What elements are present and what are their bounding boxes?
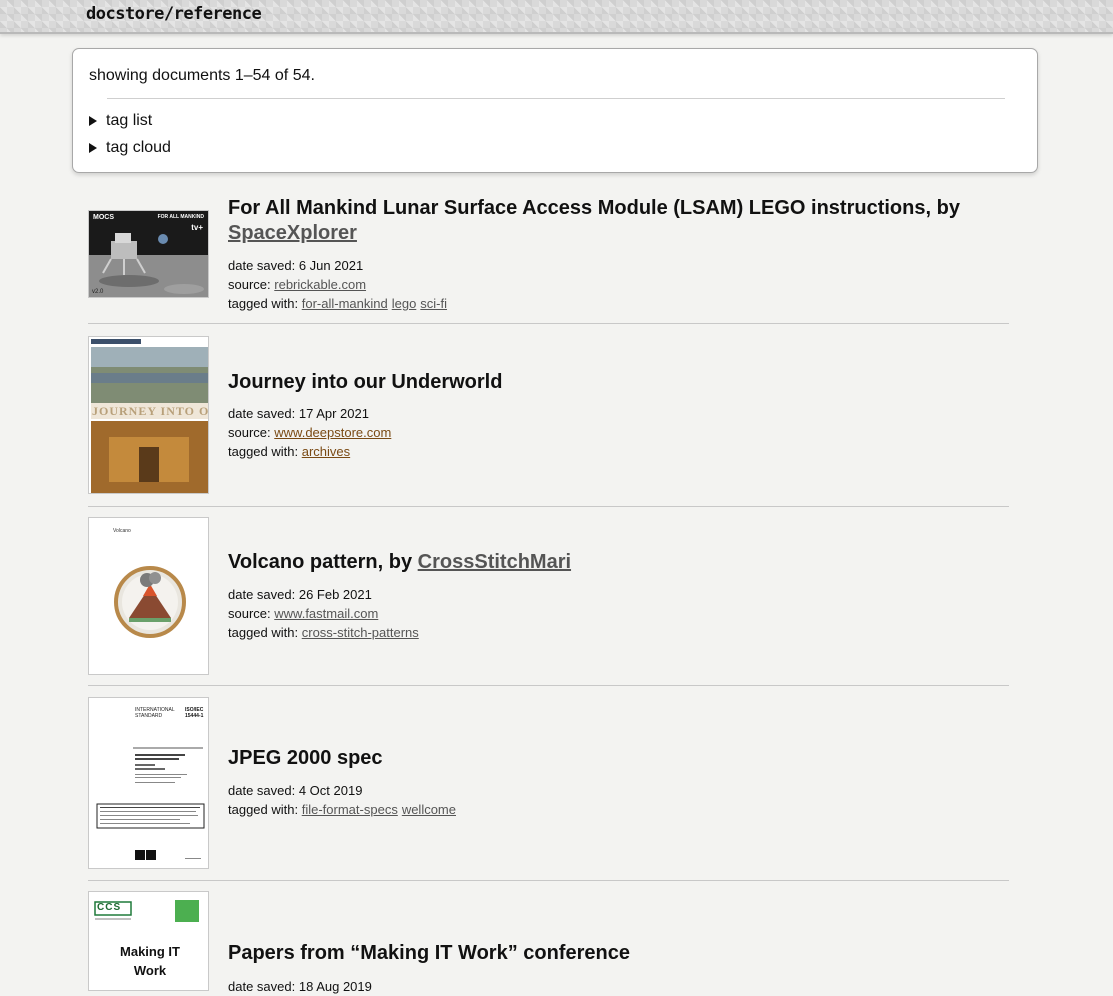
date-saved: date saved: 17 Apr 2021 [228,404,369,423]
thumb-brand: MOCS [93,214,114,221]
date-saved-value: 17 Apr 2021 [298,406,369,421]
source-link[interactable]: rebrickable.com [274,277,366,292]
date-saved: date saved: 4 Oct 2019 [228,781,362,800]
document-title-text[interactable]: Volcano pattern, by [228,551,412,573]
tags: tagged with: for-all-mankind lego sci-fi [228,294,451,313]
tags: tagged with: archives [228,442,354,461]
divider [107,98,1005,99]
disclosure-triangle-icon [89,116,97,126]
date-saved-label: date saved: [228,783,296,798]
thumb-standard-label: INTERNATIONAL STANDARD [135,707,175,719]
source: source: www.fastmail.com [228,604,378,623]
date-saved-value: 4 Oct 2019 [298,783,363,798]
site-header: docstore/reference [0,0,1113,34]
tags: tagged with: cross-stitch-patterns [228,623,423,642]
author-link[interactable]: SpaceXplorer [228,222,357,244]
source-label: source: [228,277,271,292]
document-title: Journey into our Underworld [228,370,988,395]
tag-link[interactable]: archives [302,444,350,459]
date-saved-label: date saved: [228,587,296,602]
source-label: source: [228,606,271,621]
document-title-text[interactable]: Papers from “Making IT Work” conference [228,942,630,964]
document-title: For All Mankind Lunar Surface Access Mod… [228,196,988,246]
document-thumbnail[interactable]: MOCS FOR ALL MANKIND tv+ v2.0 [88,210,209,298]
document-thumbnail[interactable]: CCS Making IT Work [88,891,209,991]
thumb-heading: Volcano [113,528,131,534]
document-thumbnail[interactable]: INTERNATIONAL STANDARD ISO/IEC 15444-1 [88,697,209,869]
author-link[interactable]: CrossStitchMari [418,551,571,573]
date-saved-value: 26 Feb 2021 [298,587,372,602]
divider [88,880,1009,881]
summary-panel: showing documents 1–54 of 54. tag list t… [72,48,1038,173]
document-title-text[interactable]: For All Mankind Lunar Surface Access Mod… [228,197,960,219]
tag-list-label: tag list [106,112,153,129]
thumb-version: v2.0 [92,289,104,295]
date-saved: date saved: 6 Jun 2021 [228,256,363,275]
divider [88,506,1009,507]
thumb-banner: JOURNEY INTO O [92,404,209,418]
tag-cloud-label: tag cloud [106,139,171,156]
date-saved-label: date saved: [228,258,296,273]
tag-link[interactable]: for-all-mankind [302,296,388,311]
source-label: source: [228,425,271,440]
thumb-standard-number: ISO/IEC 15444-1 [185,707,204,719]
document-title: Volcano pattern, by CrossStitchMari [228,550,988,575]
document-title: JPEG 2000 spec [228,746,988,771]
tag-link[interactable]: sci-fi [420,296,447,311]
date-saved-label: date saved: [228,406,296,421]
disclosure-triangle-icon [89,143,97,153]
source: source: rebrickable.com [228,275,366,294]
source-link[interactable]: www.fastmail.com [274,606,378,621]
source-link[interactable]: www.deepstore.com [274,425,391,440]
tag-link[interactable]: cross-stitch-patterns [302,625,419,640]
tag-cloud-toggle[interactable]: tag cloud [89,139,171,157]
thumb-title: Making IT Work [120,944,180,978]
document-thumbnail[interactable]: JOURNEY INTO O [88,336,209,494]
divider [88,323,1009,324]
date-saved-value: 6 Jun 2021 [298,258,364,273]
site-title[interactable]: docstore/reference [86,4,262,24]
document-count: showing documents 1–54 of 54. [89,67,315,84]
tag-link[interactable]: wellcome [402,802,456,817]
date-saved: date saved: 18 Aug 2019 [228,977,372,996]
source: source: www.deepstore.com [228,423,391,442]
tags-label: tagged with: [228,444,299,459]
document-title-text[interactable]: Journey into our Underworld [228,371,502,393]
tags-label: tagged with: [228,296,299,311]
thumb-show: FOR ALL MANKIND [157,214,204,220]
document-title-text[interactable]: JPEG 2000 spec [228,747,383,769]
tag-list-toggle[interactable]: tag list [89,112,152,130]
tags-label: tagged with: [228,625,299,640]
thumb-logo: CCS [97,902,122,913]
date-saved: date saved: 26 Feb 2021 [228,585,372,604]
thumb-network: tv+ [191,223,203,232]
tag-link[interactable]: lego [392,296,417,311]
document-title: Papers from “Making IT Work” conference [228,941,988,966]
tag-link[interactable]: file-format-specs [302,802,398,817]
divider [88,685,1009,686]
date-saved-label: date saved: [228,979,296,994]
date-saved-value: 18 Aug 2019 [298,979,372,994]
document-thumbnail[interactable]: Volcano [88,517,209,675]
tags: tagged with: file-format-specs wellcome [228,800,460,819]
tags-label: tagged with: [228,802,299,817]
